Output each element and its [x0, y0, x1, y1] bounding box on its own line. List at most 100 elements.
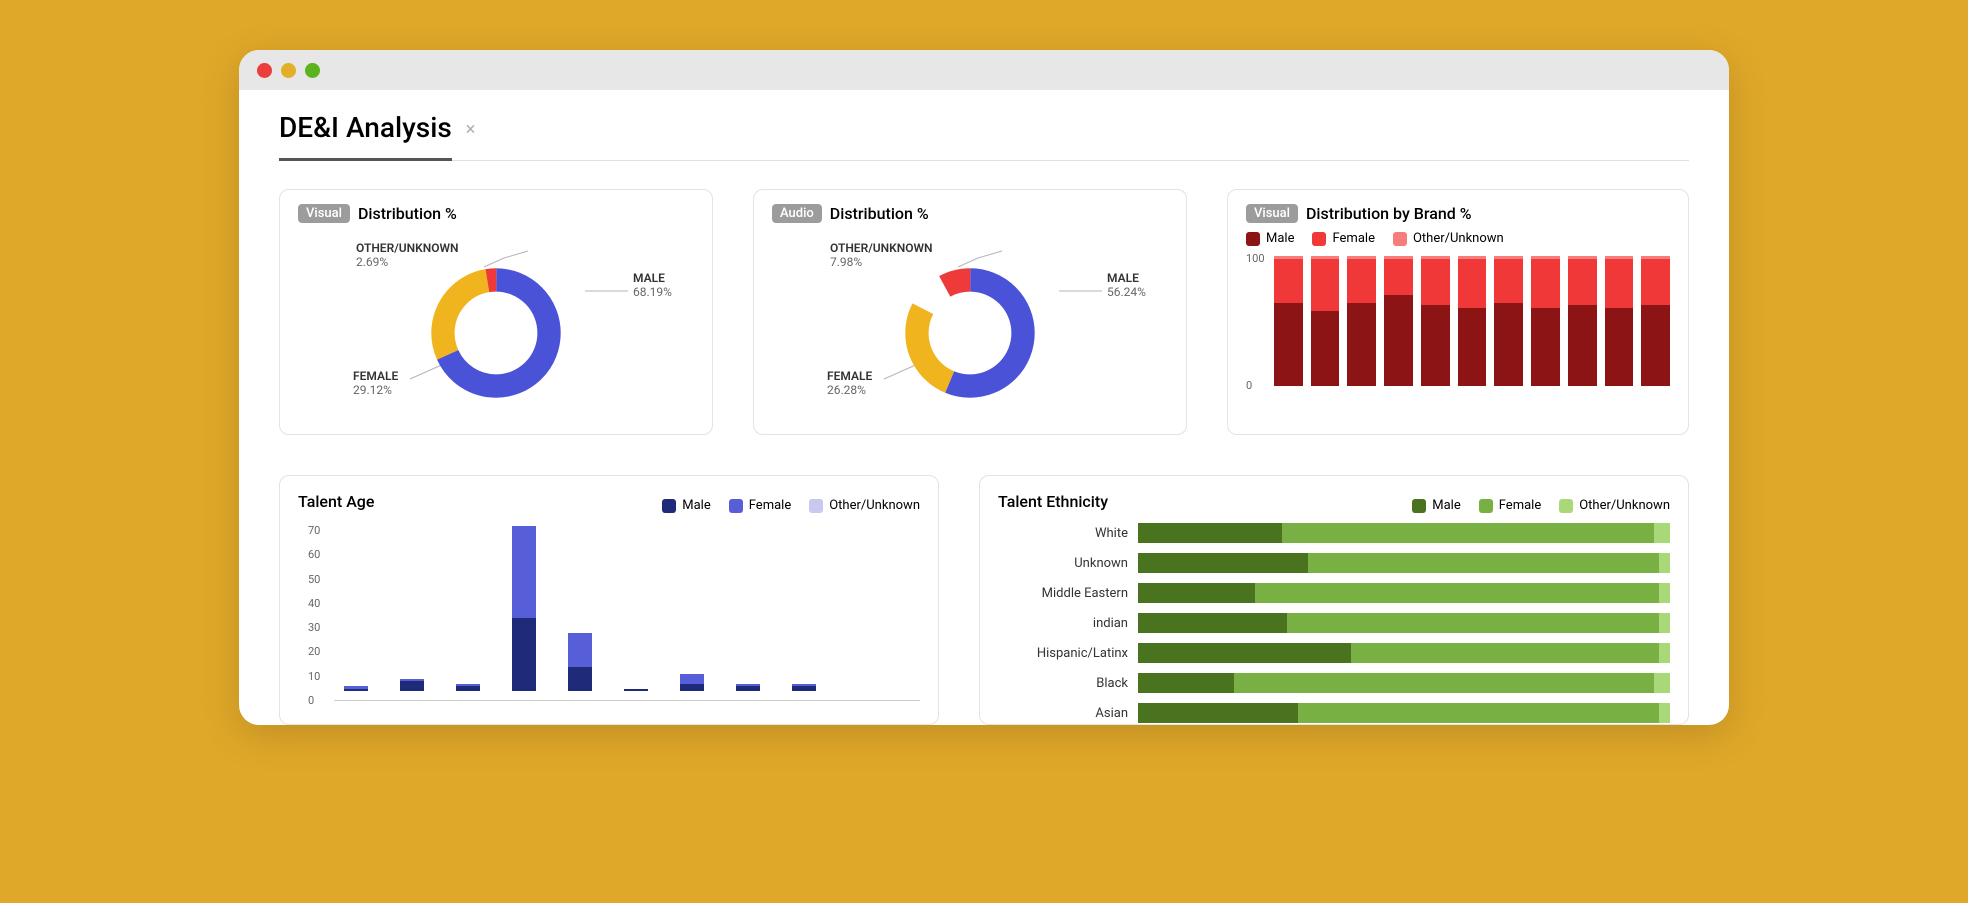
label-female-pct: 29.12%: [353, 383, 398, 397]
legend-age: Male Female Other/Unknown: [662, 498, 920, 513]
brand-bar: [1531, 256, 1560, 386]
ethnicity-rows: White Unknown Middle Eastern indian Hispanic…: [998, 523, 1670, 723]
card-talent-age: Talent Age Male Female Other/Unknown 0 10…: [279, 475, 939, 725]
y-tick: 60: [308, 548, 320, 561]
content-area: DE&I Analysis × Visual Distribution %: [239, 90, 1729, 725]
page-title: DE&I Analysis: [279, 111, 452, 161]
ethnicity-bar: [1138, 673, 1670, 693]
brand-bar: [1641, 256, 1670, 386]
badge-audio: Audio: [772, 204, 822, 223]
y-tick: 10: [308, 670, 320, 683]
legend-brand: Male Female Other/Unknown: [1246, 231, 1670, 246]
label-male-name: MALE: [633, 271, 672, 285]
ethnicity-row: Black: [998, 673, 1670, 693]
label-female-pct: 26.28%: [827, 383, 872, 397]
window-close-dot[interactable]: [257, 63, 272, 78]
ethnicity-label: Hispanic/Latinx: [998, 646, 1128, 661]
card-title: Visual Distribution by Brand %: [1246, 204, 1670, 223]
card-talent-ethnicity: Talent Ethnicity Male Female Other/Unkno…: [979, 475, 1689, 725]
window-minimize-dot[interactable]: [281, 63, 296, 78]
y-tick: 30: [308, 621, 320, 634]
age-bar: [456, 684, 480, 691]
card-visual-distribution: Visual Distribution % OTHER: [279, 189, 713, 435]
ethnicity-bar: [1138, 703, 1670, 723]
ethnicity-label: Middle Eastern: [998, 586, 1128, 601]
tab-header: DE&I Analysis ×: [279, 110, 1689, 161]
legend-other: Other/Unknown: [1393, 231, 1504, 246]
ethnicity-row: White: [998, 523, 1670, 543]
card-audio-distribution: Audio Distribution % OTHER/: [753, 189, 1187, 435]
y-tick: 0: [308, 694, 314, 707]
legend-female: Female: [1312, 231, 1374, 246]
age-bar: [512, 526, 536, 691]
title-text: Distribution %: [358, 204, 457, 223]
y-tick: 50: [308, 573, 320, 586]
ethnicity-label: indian: [998, 616, 1128, 631]
age-bar: [568, 633, 592, 691]
ethnicity-label: Black: [998, 676, 1128, 691]
ethnicity-bar: [1138, 643, 1670, 663]
age-bar: [736, 684, 760, 691]
brand-bar: [1605, 256, 1634, 386]
y-tick: 20: [308, 645, 320, 658]
legend-eth: Male Female Other/Unknown: [1412, 498, 1670, 513]
title-text: Distribution by Brand %: [1306, 204, 1472, 223]
label-other-name: OTHER/UNKNOWN: [830, 241, 933, 255]
ethnicity-label: Unknown: [998, 556, 1128, 571]
donut-audio: OTHER/UNKNOWN 7.98% MALE 56.24% FEMALE 2…: [772, 223, 1168, 423]
title-text: Distribution %: [830, 204, 929, 223]
brand-bar: [1274, 256, 1303, 386]
label-other-name: OTHER/UNKNOWN: [356, 241, 459, 255]
legend-male: Male: [662, 498, 710, 513]
legend-female: Female: [1479, 498, 1541, 513]
row-2: Talent Age Male Female Other/Unknown 0 10…: [279, 475, 1689, 725]
brand-bar: [1494, 256, 1523, 386]
age-bar: [400, 679, 424, 691]
ethnicity-label: White: [998, 526, 1128, 541]
row-1: Visual Distribution % OTHER: [279, 189, 1689, 435]
age-bar: [344, 686, 368, 691]
card-title: Audio Distribution %: [772, 204, 1168, 223]
donut-visual: OTHER/UNKNOWN 2.69% MALE 68.19% FEMALE 2…: [298, 223, 694, 423]
stacked-bars-brand: 100 0: [1246, 256, 1670, 416]
label-other-pct: 7.98%: [830, 255, 933, 269]
age-chart: 0 10 20 30 40 50 60 70: [298, 521, 920, 711]
title-text: Talent Ethnicity: [998, 492, 1108, 511]
y-tick: 40: [308, 597, 320, 610]
card-title: Visual Distribution %: [298, 204, 694, 223]
legend-male: Male: [1246, 231, 1294, 246]
ethnicity-bar: [1138, 523, 1670, 543]
brand-bar: [1311, 256, 1340, 386]
age-bar: [624, 689, 648, 691]
ethnicity-bar: [1138, 613, 1670, 633]
legend-female: Female: [729, 498, 791, 513]
badge-visual: Visual: [1246, 204, 1298, 223]
legend-other: Other/Unknown: [809, 498, 920, 513]
age-bar: [680, 674, 704, 691]
brand-bar: [1347, 256, 1376, 386]
ethnicity-row: Unknown: [998, 553, 1670, 573]
brand-bar: [1421, 256, 1450, 386]
card-brand-distribution: Visual Distribution by Brand % Male Fema…: [1227, 189, 1689, 435]
brand-bar: [1568, 256, 1597, 386]
label-male-pct: 56.24%: [1107, 285, 1146, 299]
brand-bar: [1384, 256, 1413, 386]
label-female-name: FEMALE: [827, 369, 872, 383]
ethnicity-row: Hispanic/Latinx: [998, 643, 1670, 663]
ethnicity-row: Asian: [998, 703, 1670, 723]
label-female-name: FEMALE: [353, 369, 398, 383]
legend-male: Male: [1412, 498, 1460, 513]
badge-visual: Visual: [298, 204, 350, 223]
close-tab-icon[interactable]: ×: [466, 119, 476, 140]
ethnicity-label: Asian: [998, 706, 1128, 721]
label-male-pct: 68.19%: [633, 285, 672, 299]
y-tick: 70: [308, 524, 320, 537]
app-window: DE&I Analysis × Visual Distribution %: [239, 50, 1729, 725]
ethnicity-row: Middle Eastern: [998, 583, 1670, 603]
donut-chart-visual: [426, 263, 566, 403]
age-bar: [792, 684, 816, 691]
legend-other: Other/Unknown: [1559, 498, 1670, 513]
window-zoom-dot[interactable]: [305, 63, 320, 78]
ethnicity-row: indian: [998, 613, 1670, 633]
title-text: Talent Age: [298, 492, 374, 511]
